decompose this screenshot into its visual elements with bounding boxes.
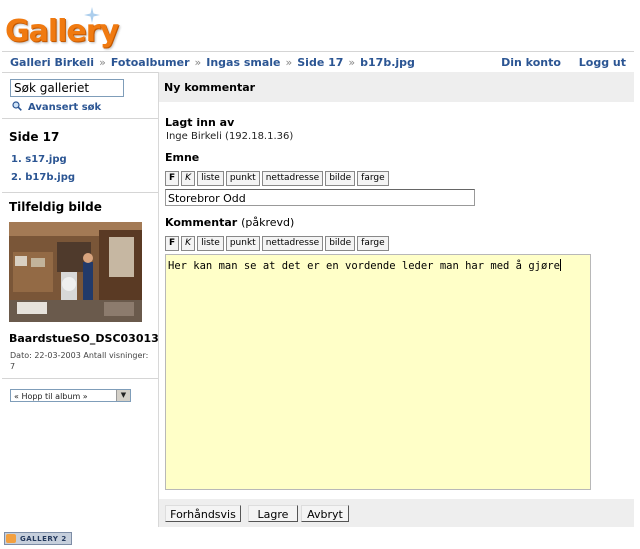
form-button-bar: Forhåndsvis Lagre Avbryt (159, 499, 634, 527)
list-button[interactable]: liste (197, 236, 224, 251)
bold-button[interactable]: F (165, 236, 180, 251)
album-page-title: Side 17 (9, 130, 60, 144)
sparkle-icon (84, 7, 100, 23)
url-button[interactable]: nettadresse (261, 236, 324, 251)
breadcrumb: Galleri Birkeli » Fotoalbumer » Ingas smale »… (2, 51, 634, 73)
comment-required-note: (påkrevd) (241, 216, 295, 229)
divider (2, 192, 158, 193)
comment-format-toolbar: F K liste punkt nettadresse bilde farge (165, 236, 389, 251)
subject-format-toolbar: F K liste punkt nettadresse bilde farge (165, 171, 389, 186)
list-button[interactable]: liste (197, 171, 224, 186)
advanced-search-label: Avansert søk (28, 102, 102, 113)
save-button[interactable]: Lagre (248, 505, 298, 522)
sidebar: Søk galleriet Avansert søk Side 17 1. s1… (2, 72, 159, 527)
jump-to-album-label: « Hopp til album » (14, 392, 88, 401)
page-title: Ny kommentar (164, 81, 256, 94)
random-image-thumbnail[interactable] (9, 222, 142, 322)
image-button[interactable]: bilde (325, 236, 356, 251)
logout-link[interactable]: Logg ut (579, 56, 626, 69)
divider (2, 118, 158, 119)
sidebar-item-s17[interactable]: 1. s17.jpg (11, 154, 67, 165)
italic-button[interactable]: K (181, 236, 196, 251)
preview-button[interactable]: Forhåndsvis (165, 505, 241, 522)
url-button[interactable]: nettadresse (261, 171, 324, 186)
breadcrumb-separator: » (348, 56, 356, 69)
subject-label: Emne (165, 151, 200, 164)
advanced-search-link[interactable]: Avansert søk (12, 101, 101, 113)
breadcrumb-item-ingas-smale[interactable]: Ingas smale (206, 56, 280, 69)
random-image-caption: BaardstueSO_DSC03013_jus (9, 332, 158, 345)
bullet-button[interactable]: punkt (225, 171, 260, 186)
jump-to-album-select[interactable]: « Hopp til album » ▼ (10, 389, 131, 402)
breadcrumb-item-galleri-birkeli[interactable]: Galleri Birkeli (10, 56, 94, 69)
divider (2, 378, 158, 379)
comment-textarea[interactable]: Her kan man se at det er en vordende led… (165, 254, 591, 490)
dropdown-arrow-icon: ▼ (116, 390, 130, 401)
color-button[interactable]: farge (357, 236, 389, 251)
page-title-bar: Ny kommentar (159, 72, 634, 102)
subject-input[interactable]: Storebror Odd (165, 189, 475, 206)
search-input[interactable]: Søk galleriet (10, 79, 124, 97)
comment-label-row: Kommentar (påkrevd) (165, 216, 294, 229)
image-button[interactable]: bilde (325, 171, 356, 186)
breadcrumb-item-current[interactable]: b17b.jpg (360, 56, 415, 69)
italic-button[interactable]: K (181, 171, 196, 186)
gallery-logo[interactable]: Gallery (3, 6, 119, 49)
comment-label: Kommentar (165, 216, 238, 229)
breadcrumb-item-side-17[interactable]: Side 17 (297, 56, 343, 69)
breadcrumb-item-fotoalbumer[interactable]: Fotoalbumer (111, 56, 190, 69)
bold-button[interactable]: F (165, 171, 180, 186)
gallery-face-icon (6, 534, 16, 543)
breadcrumb-separator: » (194, 56, 202, 69)
color-button[interactable]: farge (357, 171, 389, 186)
gallery-2-badge[interactable]: GALLERY 2 (4, 532, 72, 545)
random-image-title: Tilfeldig bilde (9, 200, 102, 214)
posted-by-value: Inge Birkeli (192.18.1.36) (166, 131, 294, 142)
random-image-meta: Dato: 22-03-2003 Antall visninger: 7 (10, 351, 149, 371)
text-caret (559, 259, 561, 271)
breadcrumb-separator: » (285, 56, 293, 69)
breadcrumb-separator: » (99, 56, 106, 69)
cancel-button[interactable]: Avbryt (301, 505, 349, 522)
my-account-link[interactable]: Din konto (501, 56, 561, 69)
posted-by-label: Lagt inn av (165, 116, 235, 129)
comment-text: Her kan man se at det er en vordende led… (168, 260, 560, 272)
bullet-button[interactable]: punkt (225, 236, 260, 251)
sidebar-item-b17b[interactable]: 2. b17b.jpg (11, 172, 75, 183)
magnifier-icon (12, 101, 22, 111)
